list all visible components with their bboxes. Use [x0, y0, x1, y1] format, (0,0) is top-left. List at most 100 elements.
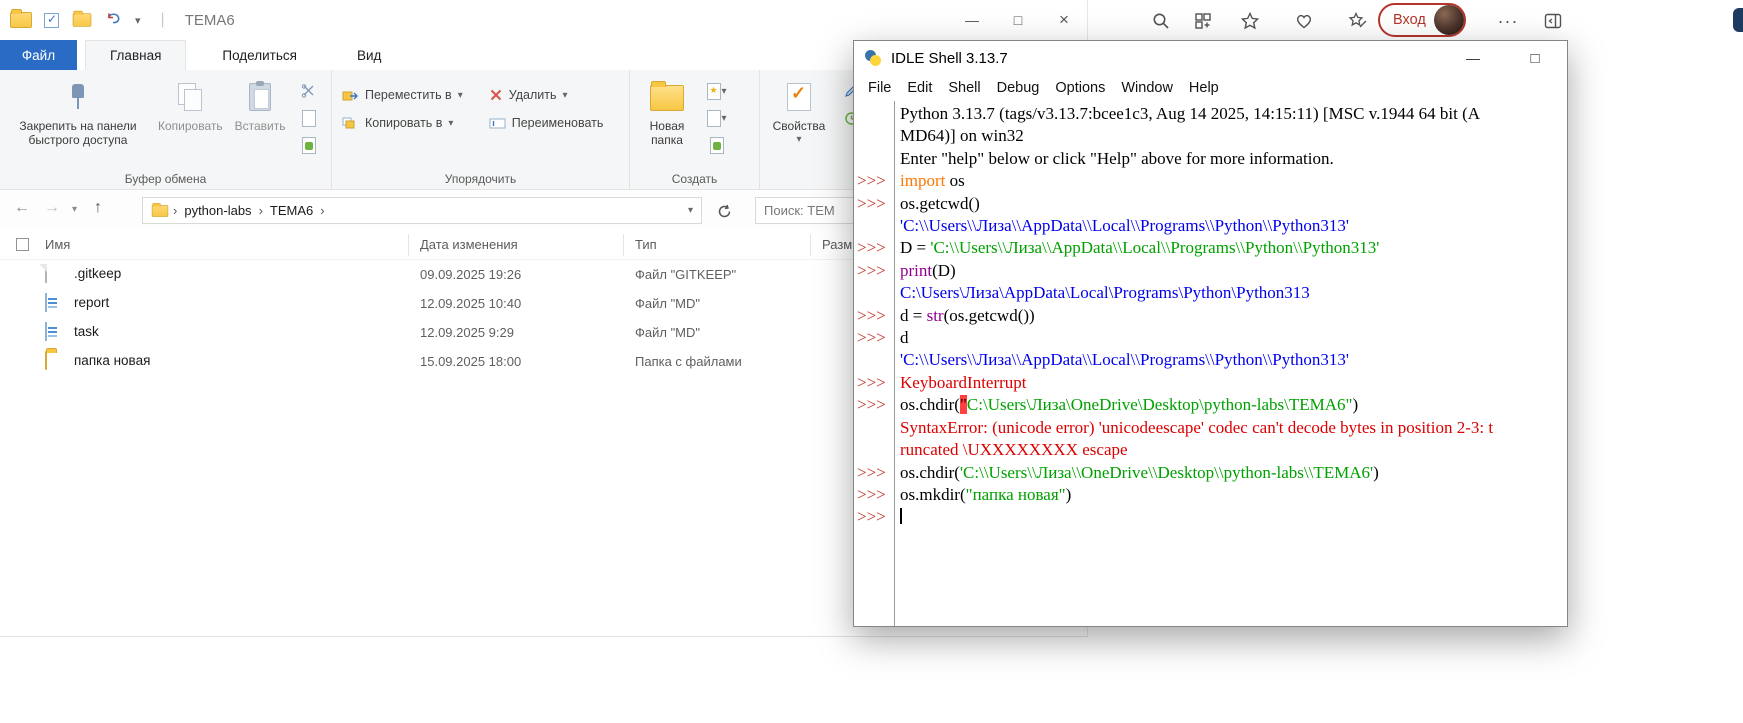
idle-console[interactable]: Python 3.13.7 (tags/v3.13.7:bcee1c3, Aug…: [854, 101, 1567, 626]
console-prompt: [854, 417, 894, 439]
refresh-button[interactable]: [712, 199, 736, 223]
console-line: >>>os.mkdir("папка новая"): [854, 484, 1567, 506]
breadcrumb-separator: ›: [171, 203, 179, 218]
qat-dropdown-icon[interactable]: ▾: [135, 14, 141, 27]
collections-icon[interactable]: [1345, 8, 1371, 34]
console-prompt: [854, 282, 894, 304]
console-line: >>>: [854, 506, 1567, 528]
idle-menu-help[interactable]: Help: [1181, 80, 1227, 96]
ribbon-group-new: Новая папка ▾ ▾ Создать: [630, 70, 760, 189]
move-to-caret-icon: ▾: [458, 90, 463, 101]
ribbon-group-organize: Переместить в ▾ Копировать в ▾ Удалить: [332, 70, 630, 189]
cut-button[interactable]: [296, 80, 322, 102]
undo-quick-icon[interactable]: [105, 10, 123, 31]
idle-menu-window[interactable]: Window: [1113, 80, 1181, 96]
idle-menu-debug[interactable]: Debug: [989, 80, 1048, 96]
properties-button[interactable]: Свойства ▾: [764, 78, 834, 169]
md-icon: [45, 322, 47, 341]
column-header-date[interactable]: Дата изменения: [420, 237, 518, 252]
column-header-size[interactable]: Разм: [822, 237, 852, 252]
copy-to-icon: [342, 116, 359, 130]
maximize-button[interactable]: □: [995, 0, 1041, 40]
explorer-app-icon: [10, 12, 32, 28]
paste-shortcut-button[interactable]: [296, 134, 322, 156]
breadcrumb-python-labs[interactable]: python-labs: [179, 203, 256, 218]
idle-menu-options[interactable]: Options: [1047, 80, 1113, 96]
select-all-checkbox[interactable]: [16, 238, 29, 251]
column-header-type[interactable]: Тип: [635, 237, 657, 252]
easy-access-icon: [707, 110, 721, 127]
group-label-new: Создать: [630, 172, 759, 186]
delete-caret-icon: ▾: [562, 90, 567, 101]
copy-to-caret-icon: ▾: [448, 118, 453, 129]
more-menu-icon[interactable]: ···: [1495, 8, 1521, 34]
sidebar-panel-icon[interactable]: [1540, 8, 1566, 34]
address-folder-icon: [152, 205, 169, 217]
idle-menu-file[interactable]: File: [860, 80, 899, 96]
new-folder-button[interactable]: Новая папка: [634, 78, 700, 169]
delete-button[interactable]: Удалить ▾: [483, 86, 610, 104]
delete-icon: [489, 88, 503, 102]
easy-access-button[interactable]: ▾: [704, 107, 730, 129]
console-prompt: >>>: [854, 170, 894, 192]
column-header-name[interactable]: Имя: [45, 237, 70, 252]
idle-titlebar[interactable]: IDLE Shell 3.13.7 — □: [854, 41, 1567, 75]
search-placeholder: Поиск: ТЕМ: [764, 203, 835, 218]
console-line: >>>KeyboardInterrupt: [854, 372, 1567, 394]
file-icon: [45, 264, 47, 283]
title-divider: |: [161, 11, 165, 29]
idle-menu-edit[interactable]: Edit: [899, 80, 940, 96]
pin-icon: [70, 82, 86, 112]
close-button[interactable]: ×: [1041, 0, 1087, 40]
signin-label: Вход: [1393, 12, 1426, 28]
up-button[interactable]: ↑: [94, 199, 102, 217]
pin-quick-access-button[interactable]: Закрепить на панели быстрого доступа: [4, 78, 152, 169]
rename-button[interactable]: Переименовать: [483, 114, 610, 132]
paste-button[interactable]: Вставить: [229, 78, 292, 169]
move-to-button[interactable]: Переместить в ▾: [336, 86, 469, 104]
address-dropdown-icon[interactable]: ▾: [680, 205, 701, 216]
idle-menu-shell[interactable]: Shell: [940, 80, 988, 96]
file-name: task: [74, 324, 99, 339]
copy-button[interactable]: Копировать: [152, 78, 229, 169]
tab-file[interactable]: Файл: [0, 40, 77, 70]
console-prompt: [854, 125, 894, 147]
console-line: >>>D = 'C:\\Users\\Лиза\\AppData\\Local\…: [854, 237, 1567, 259]
forward-button[interactable]: →: [44, 199, 60, 217]
move-to-icon: [342, 88, 359, 102]
console-prompt: [854, 215, 894, 237]
recent-locations-icon[interactable]: ▾: [72, 204, 77, 215]
console-prompt: >>>: [854, 394, 894, 416]
address-bar[interactable]: › python-labs › ТЕМА6 › ▾: [142, 197, 702, 224]
breadcrumb-tema6[interactable]: ТЕМА6: [265, 203, 318, 218]
console-line: C:\Users\Лиза\AppData\Local\Programs\Pyt…: [854, 282, 1567, 304]
search-icon[interactable]: [1148, 8, 1174, 34]
tab-view[interactable]: Вид: [333, 40, 405, 70]
new-folder-quick-icon[interactable]: [73, 13, 92, 27]
idle-minimize-button[interactable]: —: [1451, 41, 1495, 75]
back-button[interactable]: ←: [14, 199, 30, 217]
console-prompt: >>>: [854, 506, 894, 528]
tab-share[interactable]: Поделиться: [198, 40, 321, 70]
new-item-button[interactable]: ▾: [704, 80, 730, 102]
idle-maximize-button[interactable]: □: [1513, 41, 1557, 75]
copy-path-button[interactable]: [296, 107, 322, 129]
file-type: Папка с файлами: [635, 354, 742, 369]
signin-button[interactable]: Вход: [1378, 3, 1466, 37]
file-type: Файл "MD": [635, 296, 700, 311]
file-date: 09.09.2025 19:26: [420, 267, 521, 282]
copy-to-button[interactable]: Копировать в ▾: [336, 114, 469, 132]
breadcrumb-separator: ›: [318, 203, 326, 218]
apps-icon[interactable]: [1190, 8, 1216, 34]
console-prompt: [854, 439, 894, 461]
clipboard-icon: [249, 83, 271, 111]
properties-quick-icon[interactable]: [44, 13, 59, 28]
copy-icon: [178, 83, 202, 111]
minimize-button[interactable]: —: [949, 0, 995, 40]
new-shortcut-button[interactable]: [704, 134, 730, 156]
favorites-icon[interactable]: [1237, 8, 1263, 34]
browser-essentials-icon[interactable]: [1291, 8, 1317, 34]
edge-sidebar-app-icon[interactable]: [1733, 8, 1743, 32]
scissors-icon: [301, 84, 316, 98]
tab-home[interactable]: Главная: [85, 40, 186, 70]
